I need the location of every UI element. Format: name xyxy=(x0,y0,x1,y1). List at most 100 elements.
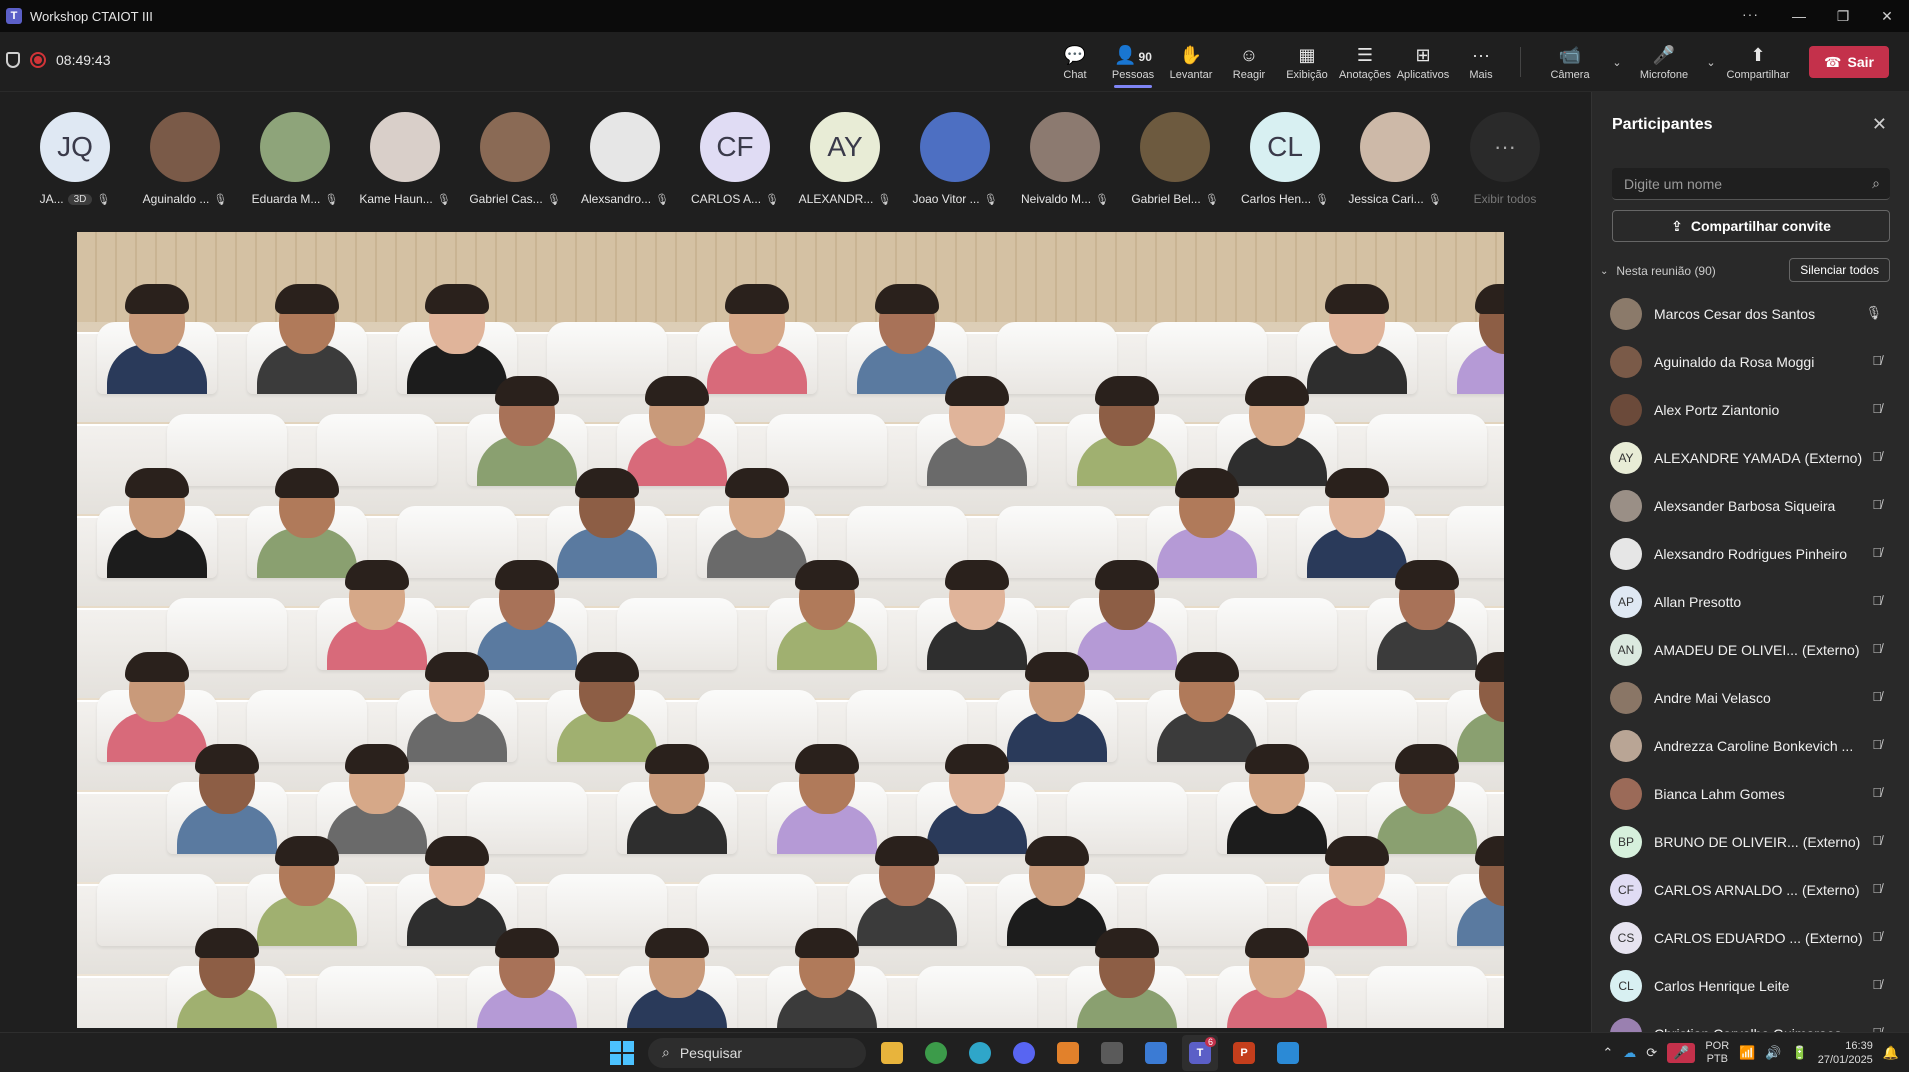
attendee-video[interactable] xyxy=(1395,560,1459,630)
participant-row[interactable]: AN AMADEU DE OLIVEI... (Externo) 🎙̸ xyxy=(1592,626,1909,674)
participant-row[interactable]: CF CARLOS ARNALDO ... (Externo) 🎙̸ xyxy=(1592,866,1909,914)
camera-button[interactable]: 📹 Câmera xyxy=(1531,32,1609,92)
teams-taskbar-icon[interactable]: T 6 xyxy=(1182,1034,1218,1071)
participant-row[interactable]: Andre Mai Velasco 🎙̸ xyxy=(1592,674,1909,722)
apps-button[interactable]: ⊞ Aplicativos xyxy=(1394,32,1452,92)
attendee-video[interactable] xyxy=(725,468,789,538)
attendee-video[interactable] xyxy=(795,744,859,814)
strip-participant[interactable]: Neivaldo M... 🎙 xyxy=(1010,112,1120,212)
mute-all-button[interactable]: Silenciar todos xyxy=(1789,258,1890,282)
file-explorer-icon[interactable] xyxy=(874,1035,910,1071)
attendee-video[interactable] xyxy=(575,468,639,538)
strip-participant[interactable]: Aguinaldo ... 🎙 xyxy=(130,112,240,212)
mic-off-icon[interactable]: 🎙̸ xyxy=(1872,1025,1882,1032)
attendee-video[interactable] xyxy=(495,376,559,446)
attendee-video[interactable] xyxy=(725,284,789,354)
notes-button[interactable]: ☰ Anotações xyxy=(1336,32,1394,92)
mic-off-icon[interactable]: 🎙̸ xyxy=(1872,689,1882,704)
attendee-video[interactable] xyxy=(345,744,409,814)
wifi-icon[interactable]: 📶 xyxy=(1739,1045,1755,1061)
paint-icon[interactable] xyxy=(1270,1035,1306,1071)
attendee-video[interactable] xyxy=(1245,376,1309,446)
attendee-video[interactable] xyxy=(1245,928,1309,998)
attendee-video[interactable] xyxy=(645,744,709,814)
participant-row[interactable]: Alexsandro Rodrigues Pinheiro 🎙̸ xyxy=(1592,530,1909,578)
task-manager-icon[interactable] xyxy=(1138,1035,1174,1071)
clock[interactable]: 16:39 27/01/2025 xyxy=(1818,1039,1873,1067)
mic-off-icon[interactable]: 🎙̸ xyxy=(1872,929,1882,944)
calculator-icon[interactable] xyxy=(1094,1035,1130,1071)
mic-off-icon[interactable]: 🎙̸ xyxy=(1872,545,1882,560)
mic-off-icon[interactable]: 🎙̸ xyxy=(1872,497,1882,512)
restore-button[interactable]: ❐ xyxy=(1821,0,1865,32)
mic-off-icon[interactable]: 🎙̸ xyxy=(1872,593,1882,608)
mic-off-icon[interactable]: 🎙̸ xyxy=(1872,641,1882,656)
microphone-button[interactable]: 🎤 Microfone xyxy=(1625,32,1703,92)
attendee-video[interactable] xyxy=(495,560,559,630)
strip-participant[interactable]: Gabriel Cas... 🎙 xyxy=(460,112,570,212)
attendee-video[interactable] xyxy=(125,468,189,538)
view-button[interactable]: ▦ Exibição xyxy=(1278,32,1336,92)
attendee-video[interactable] xyxy=(425,836,489,906)
attendee-video[interactable] xyxy=(1025,836,1089,906)
attendee-video[interactable] xyxy=(1245,744,1309,814)
mic-off-icon[interactable]: 🎙̸ xyxy=(1872,401,1882,416)
camera-options-chevron-icon[interactable]: ⌄ xyxy=(1609,56,1625,69)
attendee-video[interactable] xyxy=(1095,928,1159,998)
taskbar-search[interactable]: ⌕ Pesquisar xyxy=(648,1037,866,1068)
attendee-video[interactable] xyxy=(1325,284,1389,354)
attendee-video[interactable] xyxy=(645,376,709,446)
participant-row[interactable]: Aguinaldo da Rosa Moggi 🎙̸ xyxy=(1592,338,1909,386)
attendee-video[interactable] xyxy=(1325,836,1389,906)
attendee-video[interactable] xyxy=(945,744,1009,814)
volume-icon[interactable]: 🔊 xyxy=(1765,1045,1781,1061)
attendee-video[interactable] xyxy=(1025,652,1089,722)
chrome-icon[interactable] xyxy=(918,1035,954,1071)
participant-row[interactable]: CL Carlos Henrique Leite 🎙̸ xyxy=(1592,962,1909,1010)
strip-participant[interactable]: Kame Haun... 🎙 xyxy=(350,112,460,212)
participant-search-input[interactable] xyxy=(1612,168,1852,200)
attendee-video[interactable] xyxy=(425,652,489,722)
share-invite-button[interactable]: ⇪ Compartilhar convite xyxy=(1612,210,1890,242)
onedrive-icon[interactable]: ☁ xyxy=(1623,1045,1636,1061)
share-button[interactable]: ⬆ Compartilhar xyxy=(1719,32,1797,92)
participant-row[interactable]: Andrezza Caroline Bonkevich ... 🎙̸ xyxy=(1592,722,1909,770)
attendee-video[interactable] xyxy=(795,560,859,630)
attendee-video[interactable] xyxy=(945,560,1009,630)
attendee-video[interactable] xyxy=(1095,376,1159,446)
edge-icon[interactable] xyxy=(962,1035,998,1071)
sublime-icon[interactable] xyxy=(1050,1035,1086,1071)
attendee-video[interactable] xyxy=(1325,468,1389,538)
attendee-video[interactable] xyxy=(1175,468,1239,538)
attendee-video[interactable] xyxy=(875,284,939,354)
participant-row[interactable]: Bianca Lahm Gomes 🎙̸ xyxy=(1592,770,1909,818)
strip-participant[interactable]: JQ JA... 3D 🎙 xyxy=(20,112,130,212)
mic-off-icon[interactable]: 🎙̸ xyxy=(1872,881,1882,896)
strip-participant[interactable]: Joao Vitor ... 🎙 xyxy=(900,112,1010,212)
close-panel-icon[interactable]: ✕ xyxy=(1872,114,1887,135)
attendee-video[interactable] xyxy=(125,652,189,722)
mic-options-chevron-icon[interactable]: ⌄ xyxy=(1703,56,1719,69)
attendee-video[interactable] xyxy=(125,284,189,354)
minimize-button[interactable]: — xyxy=(1777,0,1821,32)
strip-participant[interactable]: CF CARLOS A... 🎙 xyxy=(680,112,790,212)
attendee-video[interactable] xyxy=(275,836,339,906)
strip-participant[interactable]: Eduarda M... 🎙 xyxy=(240,112,350,212)
more-button[interactable]: ··· Mais xyxy=(1452,32,1510,92)
people-button[interactable]: 👤 90 Pessoas xyxy=(1104,32,1162,92)
participant-row[interactable]: AY ALEXANDRE YAMADA (Externo) 🎙̸ xyxy=(1592,434,1909,482)
mic-on-icon[interactable]: 🎙 xyxy=(1865,305,1882,321)
participant-row[interactable]: BP BRUNO DE OLIVEIR... (Externo) 🎙̸ xyxy=(1592,818,1909,866)
sync-icon[interactable]: ⟳ xyxy=(1646,1045,1657,1061)
discord-icon[interactable] xyxy=(1006,1035,1042,1071)
shield-icon[interactable] xyxy=(6,52,20,68)
attendee-video[interactable] xyxy=(425,284,489,354)
attendee-video[interactable] xyxy=(945,376,1009,446)
participant-row[interactable]: AP Allan Presotto 🎙̸ xyxy=(1592,578,1909,626)
search-icon[interactable]: ⌕ xyxy=(1872,175,1880,192)
attendee-video[interactable] xyxy=(195,744,259,814)
notification-bell-icon[interactable]: 🔔 xyxy=(1883,1045,1899,1061)
attendee-video[interactable] xyxy=(795,928,859,998)
start-button[interactable] xyxy=(604,1035,640,1071)
attendee-video[interactable] xyxy=(275,284,339,354)
